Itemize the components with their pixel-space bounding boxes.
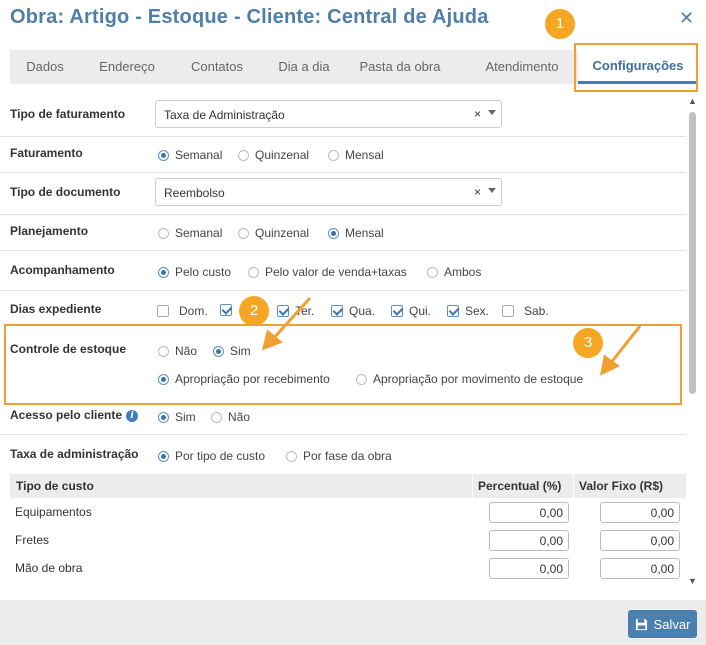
- column-divider: [573, 474, 574, 498]
- acesso-cliente-label-text: Acesso pelo cliente: [10, 408, 123, 422]
- column-header-percentual: Percentual (%): [478, 479, 562, 493]
- percentual-input[interactable]: [489, 502, 569, 523]
- save-button-label: Salvar: [653, 616, 691, 632]
- save-button[interactable]: Salvar: [628, 610, 697, 638]
- info-icon[interactable]: i: [126, 410, 139, 422]
- radio-selected-icon: [158, 411, 169, 423]
- annotation-arrow-3: [608, 325, 642, 365]
- dialog-footer: Salvar: [0, 600, 706, 645]
- floppy-disk-icon: [635, 618, 647, 630]
- table-row-tipo: Mão de obra: [15, 561, 83, 575]
- valor-fixo-input[interactable]: [600, 558, 680, 579]
- taxa-fase-obra-radio[interactable]: Por fase da obra: [286, 449, 392, 463]
- option-label: Por tipo de custo: [175, 449, 266, 463]
- table-row-tipo: Equipamentos: [15, 505, 92, 519]
- valor-fixo-input[interactable]: [600, 530, 680, 551]
- taxa-tipo-custo-radio[interactable]: Por tipo de custo: [158, 449, 265, 463]
- valor-fixo-input[interactable]: [600, 502, 680, 523]
- acesso-cliente-nao-radio[interactable]: Não: [211, 410, 250, 424]
- radio-icon: [286, 450, 297, 462]
- radio-selected-icon: [158, 450, 169, 462]
- acesso-cliente-label: Acesso pelo cliente i: [10, 408, 139, 422]
- option-label: Não: [228, 410, 251, 424]
- column-divider: [472, 474, 473, 498]
- column-header-valor: Valor Fixo (R$): [579, 479, 664, 493]
- percentual-input[interactable]: [489, 530, 569, 551]
- cost-table-header: Tipo de custo Percentual (%) Valor Fixo …: [10, 474, 686, 498]
- divider: [0, 434, 686, 435]
- option-label: Por fase da obra: [303, 449, 392, 463]
- annotation-arrow-2: [270, 296, 312, 342]
- column-header-tipo: Tipo de custo: [16, 479, 94, 493]
- acesso-cliente-sim-radio[interactable]: Sim: [158, 410, 196, 424]
- table-row-tipo: Fretes: [15, 533, 50, 547]
- percentual-input[interactable]: [489, 558, 569, 579]
- option-label: Sim: [175, 410, 196, 424]
- taxa-administracao-label: Taxa de administração: [10, 447, 139, 461]
- radio-icon: [211, 411, 222, 423]
